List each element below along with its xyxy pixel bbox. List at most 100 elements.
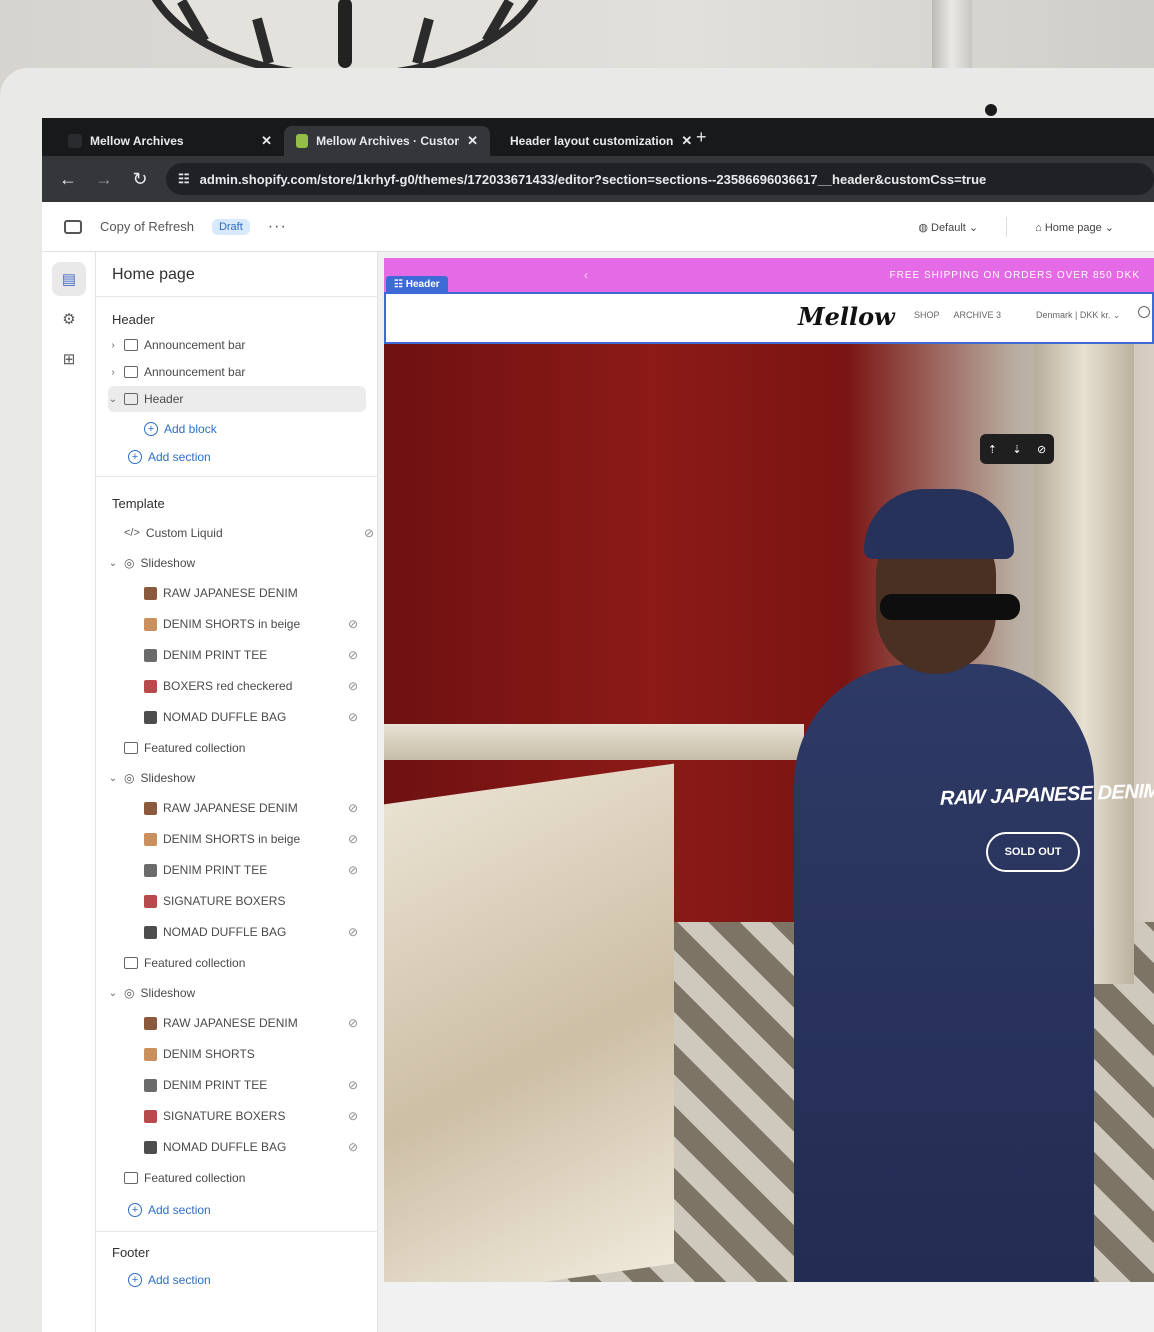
- add-section-button[interactable]: + Add section: [128, 444, 364, 470]
- search-icon[interactable]: [1138, 306, 1150, 318]
- store-header[interactable]: ☷ Header Mellow SHOP ARCHIVE 3 Denmark |…: [384, 276, 1154, 344]
- block-item[interactable]: SIGNATURE BOXERS ⊘: [144, 1103, 366, 1129]
- more-actions-button[interactable]: ···: [268, 218, 287, 236]
- apps-icon[interactable]: ⊞: [52, 342, 86, 376]
- browser-tab[interactable]: Mellow Archives ✕: [56, 126, 284, 156]
- item-label: RAW JAPANESE DENIM: [163, 1016, 298, 1030]
- block-item[interactable]: NOMAD DUFFLE BAG ⊘: [144, 919, 366, 945]
- hero-model-jacket: [794, 664, 1094, 1282]
- eye-slash-icon[interactable]: ⊘: [348, 863, 358, 877]
- close-tab-icon[interactable]: ✕: [467, 133, 478, 149]
- chevron-down-icon[interactable]: ⌄: [108, 773, 118, 784]
- move-up-icon[interactable]: ⇡: [988, 443, 997, 456]
- slideshow-icon: ◎: [124, 986, 135, 1000]
- section-label: Announcement bar: [144, 365, 246, 379]
- forward-arrow-icon[interactable]: →: [94, 169, 114, 190]
- slideshow-hero[interactable]: ⇡ ⇣ ⊘ RAW JAPANESE DENIM SOLD OUT: [384, 344, 1154, 1282]
- hide-icon[interactable]: ⊘: [1037, 443, 1046, 456]
- block-item[interactable]: DENIM PRINT TEE ⊘: [144, 642, 366, 668]
- section-item[interactable]: › Announcement bar: [108, 359, 366, 385]
- section-item[interactable]: ⌄ ◎ Slideshow: [108, 980, 366, 1006]
- back-arrow-icon[interactable]: ←: [58, 169, 78, 190]
- menu-item[interactable]: SHOP: [914, 310, 940, 320]
- gear-icon[interactable]: ⚙: [52, 302, 86, 336]
- reload-icon[interactable]: ↻: [130, 169, 150, 190]
- eye-slash-icon[interactable]: ⊘: [348, 710, 358, 724]
- eye-slash-icon[interactable]: ⊘: [348, 679, 358, 693]
- section-tag-label: Header: [405, 279, 440, 290]
- close-tab-icon[interactable]: ✕: [261, 133, 272, 149]
- block-item[interactable]: DENIM SHORTS in beige ⊘: [144, 826, 366, 852]
- hero-model-cap: [864, 489, 1014, 559]
- chevron-left-icon[interactable]: ‹: [584, 268, 589, 282]
- eye-slash-icon[interactable]: ⊘: [348, 617, 358, 631]
- section-item[interactable]: </> Custom Liquid ⊘: [124, 520, 382, 546]
- tab-label: Mellow Archives · Customize: [316, 134, 459, 148]
- block-item[interactable]: DENIM SHORTS in beige ⊘: [144, 611, 366, 637]
- chevron-down-icon[interactable]: ⌄: [108, 558, 118, 569]
- add-section-label: Add section: [148, 450, 211, 464]
- chevron-down-icon[interactable]: ⌄: [108, 988, 118, 999]
- block-item[interactable]: DENIM PRINT TEE ⊘: [144, 1072, 366, 1098]
- view-selector[interactable]: ◍ Default ⌄: [918, 221, 978, 234]
- item-label: DENIM SHORTS: [163, 1047, 255, 1061]
- divider: [96, 1231, 378, 1232]
- locale-selector[interactable]: Denmark | DKK kr. ⌄: [1036, 310, 1120, 321]
- page-selector[interactable]: ⌂ Home page ⌄: [1035, 221, 1114, 234]
- exit-icon[interactable]: [64, 219, 82, 234]
- eye-slash-icon[interactable]: ⊘: [348, 1016, 358, 1030]
- site-settings-icon[interactable]: ☷: [178, 171, 190, 187]
- slideshow-icon: ◎: [124, 556, 135, 570]
- browser-tab[interactable]: Header layout customization ✕: [490, 126, 692, 156]
- block-item[interactable]: RAW JAPANESE DENIM ⊘: [144, 795, 366, 821]
- add-section-button[interactable]: + Add section: [128, 1267, 364, 1293]
- section-item[interactable]: › Announcement bar: [108, 332, 366, 358]
- eye-slash-icon[interactable]: ⊘: [348, 648, 358, 662]
- eye-slash-icon[interactable]: ⊘: [348, 1140, 358, 1154]
- eye-slash-icon[interactable]: ⊘: [364, 526, 374, 540]
- announcement-bar[interactable]: ‹ FREE SHIPPING ON ORDERS OVER 850 DKK: [384, 258, 1154, 292]
- eye-slash-icon[interactable]: ⊘: [348, 832, 358, 846]
- block-item[interactable]: SIGNATURE BOXERS: [144, 888, 366, 914]
- url-field[interactable]: ☷ admin.shopify.com/store/1krhyf-g0/them…: [166, 163, 1154, 195]
- eye-slash-icon[interactable]: ⊘: [348, 925, 358, 939]
- section-item[interactable]: Featured collection: [124, 950, 382, 976]
- block-item[interactable]: RAW JAPANESE DENIM: [144, 580, 366, 606]
- block-item[interactable]: RAW JAPANESE DENIM ⊘: [144, 1010, 366, 1036]
- section-item[interactable]: Featured collection: [124, 1165, 382, 1191]
- block-item[interactable]: DENIM PRINT TEE ⊘: [144, 857, 366, 883]
- sold-out-button[interactable]: SOLD OUT: [986, 832, 1080, 872]
- store-menu: SHOP ARCHIVE 3: [914, 310, 1001, 320]
- browser-tab-active[interactable]: Mellow Archives · Customize ✕: [284, 126, 490, 156]
- block-item[interactable]: NOMAD DUFFLE BAG ⊘: [144, 704, 366, 730]
- section-item[interactable]: ⌄ ◎ Slideshow: [108, 765, 366, 791]
- block-item[interactable]: DENIM SHORTS: [144, 1041, 366, 1067]
- add-section-label: Add section: [148, 1273, 211, 1287]
- new-tab-button[interactable]: +: [696, 127, 707, 148]
- eye-slash-icon[interactable]: ⊘: [348, 801, 358, 815]
- browser-tab-bar: Mellow Archives ✕ Mellow Archives · Cust…: [42, 118, 1154, 156]
- item-label: Featured collection: [144, 956, 246, 970]
- section-item[interactable]: Featured collection: [124, 735, 382, 761]
- section-item-selected[interactable]: ⌄ Header: [108, 386, 366, 412]
- add-section-button[interactable]: + Add section: [128, 1197, 364, 1223]
- eye-slash-icon[interactable]: ⊘: [348, 1078, 358, 1092]
- store-logo[interactable]: Mellow: [798, 302, 895, 331]
- menu-item[interactable]: ARCHIVE 3: [954, 310, 1002, 320]
- move-down-icon[interactable]: ⇣: [1012, 443, 1021, 456]
- hero-model-sunglasses: [880, 594, 1020, 620]
- block-item[interactable]: NOMAD DUFFLE BAG ⊘: [144, 1134, 366, 1160]
- chevron-right-icon[interactable]: ›: [108, 367, 118, 378]
- add-block-button[interactable]: + Add block: [144, 416, 364, 442]
- view-selector-label: Default: [931, 221, 966, 234]
- sections-icon[interactable]: ▤: [52, 262, 86, 296]
- chevron-down-icon[interactable]: ⌄: [108, 394, 118, 405]
- block-item[interactable]: BOXERS red checkered ⊘: [144, 673, 366, 699]
- eye-slash-icon[interactable]: ⊘: [348, 1109, 358, 1123]
- section-item[interactable]: ⌄ ◎ Slideshow: [108, 550, 366, 576]
- collection-icon: [124, 742, 138, 754]
- page-selector-label: Home page: [1044, 221, 1102, 234]
- close-tab-icon[interactable]: ✕: [681, 133, 692, 149]
- chevron-right-icon[interactable]: ›: [108, 340, 118, 351]
- slide-thumbnail: [144, 679, 157, 693]
